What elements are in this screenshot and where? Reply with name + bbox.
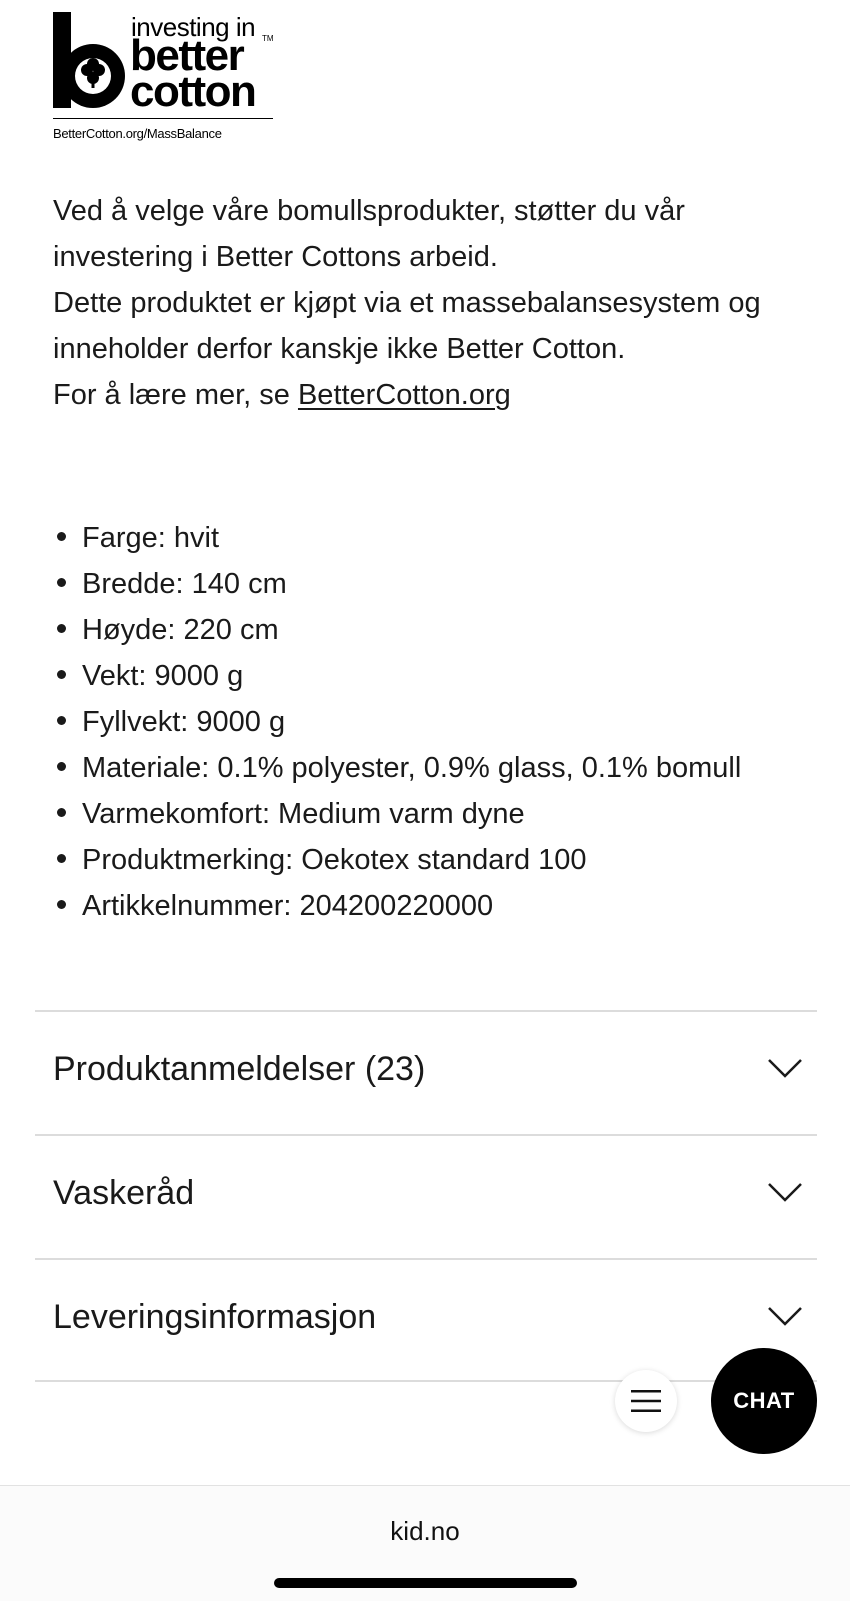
bullet-icon — [57, 899, 66, 909]
description-paragraph-2: Dette produktet er kjøpt via et massebal… — [53, 287, 761, 365]
spec-item: Vekt: 9000 g — [53, 653, 753, 699]
spec-text: Vekt: 9000 g — [82, 660, 244, 692]
spec-item: Høyde: 220 cm — [53, 607, 753, 653]
spec-text: Farge: hvit — [82, 522, 219, 554]
spec-text: Bredde: 140 cm — [82, 568, 287, 600]
spec-text: Høyde: 220 cm — [82, 614, 279, 646]
bullet-icon — [57, 669, 66, 679]
chevron-down-icon — [768, 1059, 802, 1078]
accordion-washing-label: Vaskeråd — [53, 1174, 195, 1212]
spec-text: Materiale: 0.1% polyester, 0.9% glass, 0… — [82, 752, 742, 784]
accordion-reviews[interactable]: Produktanmeldelser (23) — [35, 1010, 817, 1134]
logo-trademark: TM — [262, 34, 274, 43]
spec-item: Materiale: 0.1% polyester, 0.9% glass, 0… — [53, 745, 753, 791]
accordion-washing[interactable]: Vaskeråd — [35, 1134, 817, 1258]
browser-bottom-bar: kid.no — [0, 1485, 850, 1601]
spec-item: Artikkelnummer: 204200220000 — [53, 883, 753, 929]
description-paragraph-1: Ved å velge våre bomullsprodukter, støtt… — [53, 195, 685, 273]
bullet-icon — [57, 577, 66, 587]
spec-item: Produktmerking: Oekotex standard 100 — [53, 837, 753, 883]
product-description: Ved å velge våre bomullsprodukter, støtt… — [53, 188, 813, 418]
logo-divider — [53, 118, 273, 119]
chevron-down-icon — [768, 1183, 802, 1202]
learn-more-prefix: For å lære mer, se — [53, 379, 298, 411]
spec-text: Artikkelnummer: 204200220000 — [82, 890, 494, 922]
bullet-icon — [57, 853, 66, 863]
bettercotton-link[interactable]: BetterCotton.org — [298, 379, 511, 411]
spec-item: Fyllvekt: 9000 g — [53, 699, 753, 745]
bullet-icon — [57, 531, 66, 541]
description-paragraph-3: For å lære mer, se BetterCotton.org — [53, 372, 813, 418]
chat-button-label: CHAT — [733, 1388, 795, 1413]
chevron-down-icon — [768, 1307, 802, 1326]
logo-url: BetterCotton.org/MassBalance — [53, 126, 222, 141]
spec-text: Varmekomfort: Medium varm dyne — [82, 798, 525, 830]
better-cotton-logo: investing in TM better cotton BetterCott… — [53, 8, 283, 141]
bullet-icon — [57, 761, 66, 771]
hamburger-menu-icon — [631, 1390, 661, 1412]
spec-item: Bredde: 140 cm — [53, 561, 753, 607]
spec-item: Farge: hvit — [53, 515, 753, 561]
logo-text-line3: cotton — [130, 67, 257, 116]
home-indicator[interactable] — [274, 1578, 577, 1588]
browser-url[interactable]: kid.no — [0, 1516, 850, 1547]
chat-button[interactable]: CHAT — [711, 1348, 817, 1454]
spec-item: Varmekomfort: Medium varm dyne — [53, 791, 753, 837]
bullet-icon — [57, 623, 66, 633]
product-specs-list: Farge: hvit Bredde: 140 cm Høyde: 220 cm… — [53, 515, 753, 929]
bullet-icon — [57, 807, 66, 817]
accordion-reviews-label: Produktanmeldelser (23) — [53, 1050, 426, 1088]
spec-text: Produktmerking: Oekotex standard 100 — [82, 844, 587, 876]
accordion-delivery-label: Leveringsinformasjon — [53, 1298, 377, 1336]
bullet-icon — [57, 715, 66, 725]
spec-text: Fyllvekt: 9000 g — [82, 706, 286, 738]
accordion-delivery[interactable]: Leveringsinformasjon — [35, 1258, 817, 1382]
menu-button[interactable] — [615, 1370, 677, 1432]
better-cotton-b-icon — [53, 12, 125, 108]
product-accordion: Produktanmeldelser (23) Vaskeråd Leverin… — [35, 1010, 817, 1382]
